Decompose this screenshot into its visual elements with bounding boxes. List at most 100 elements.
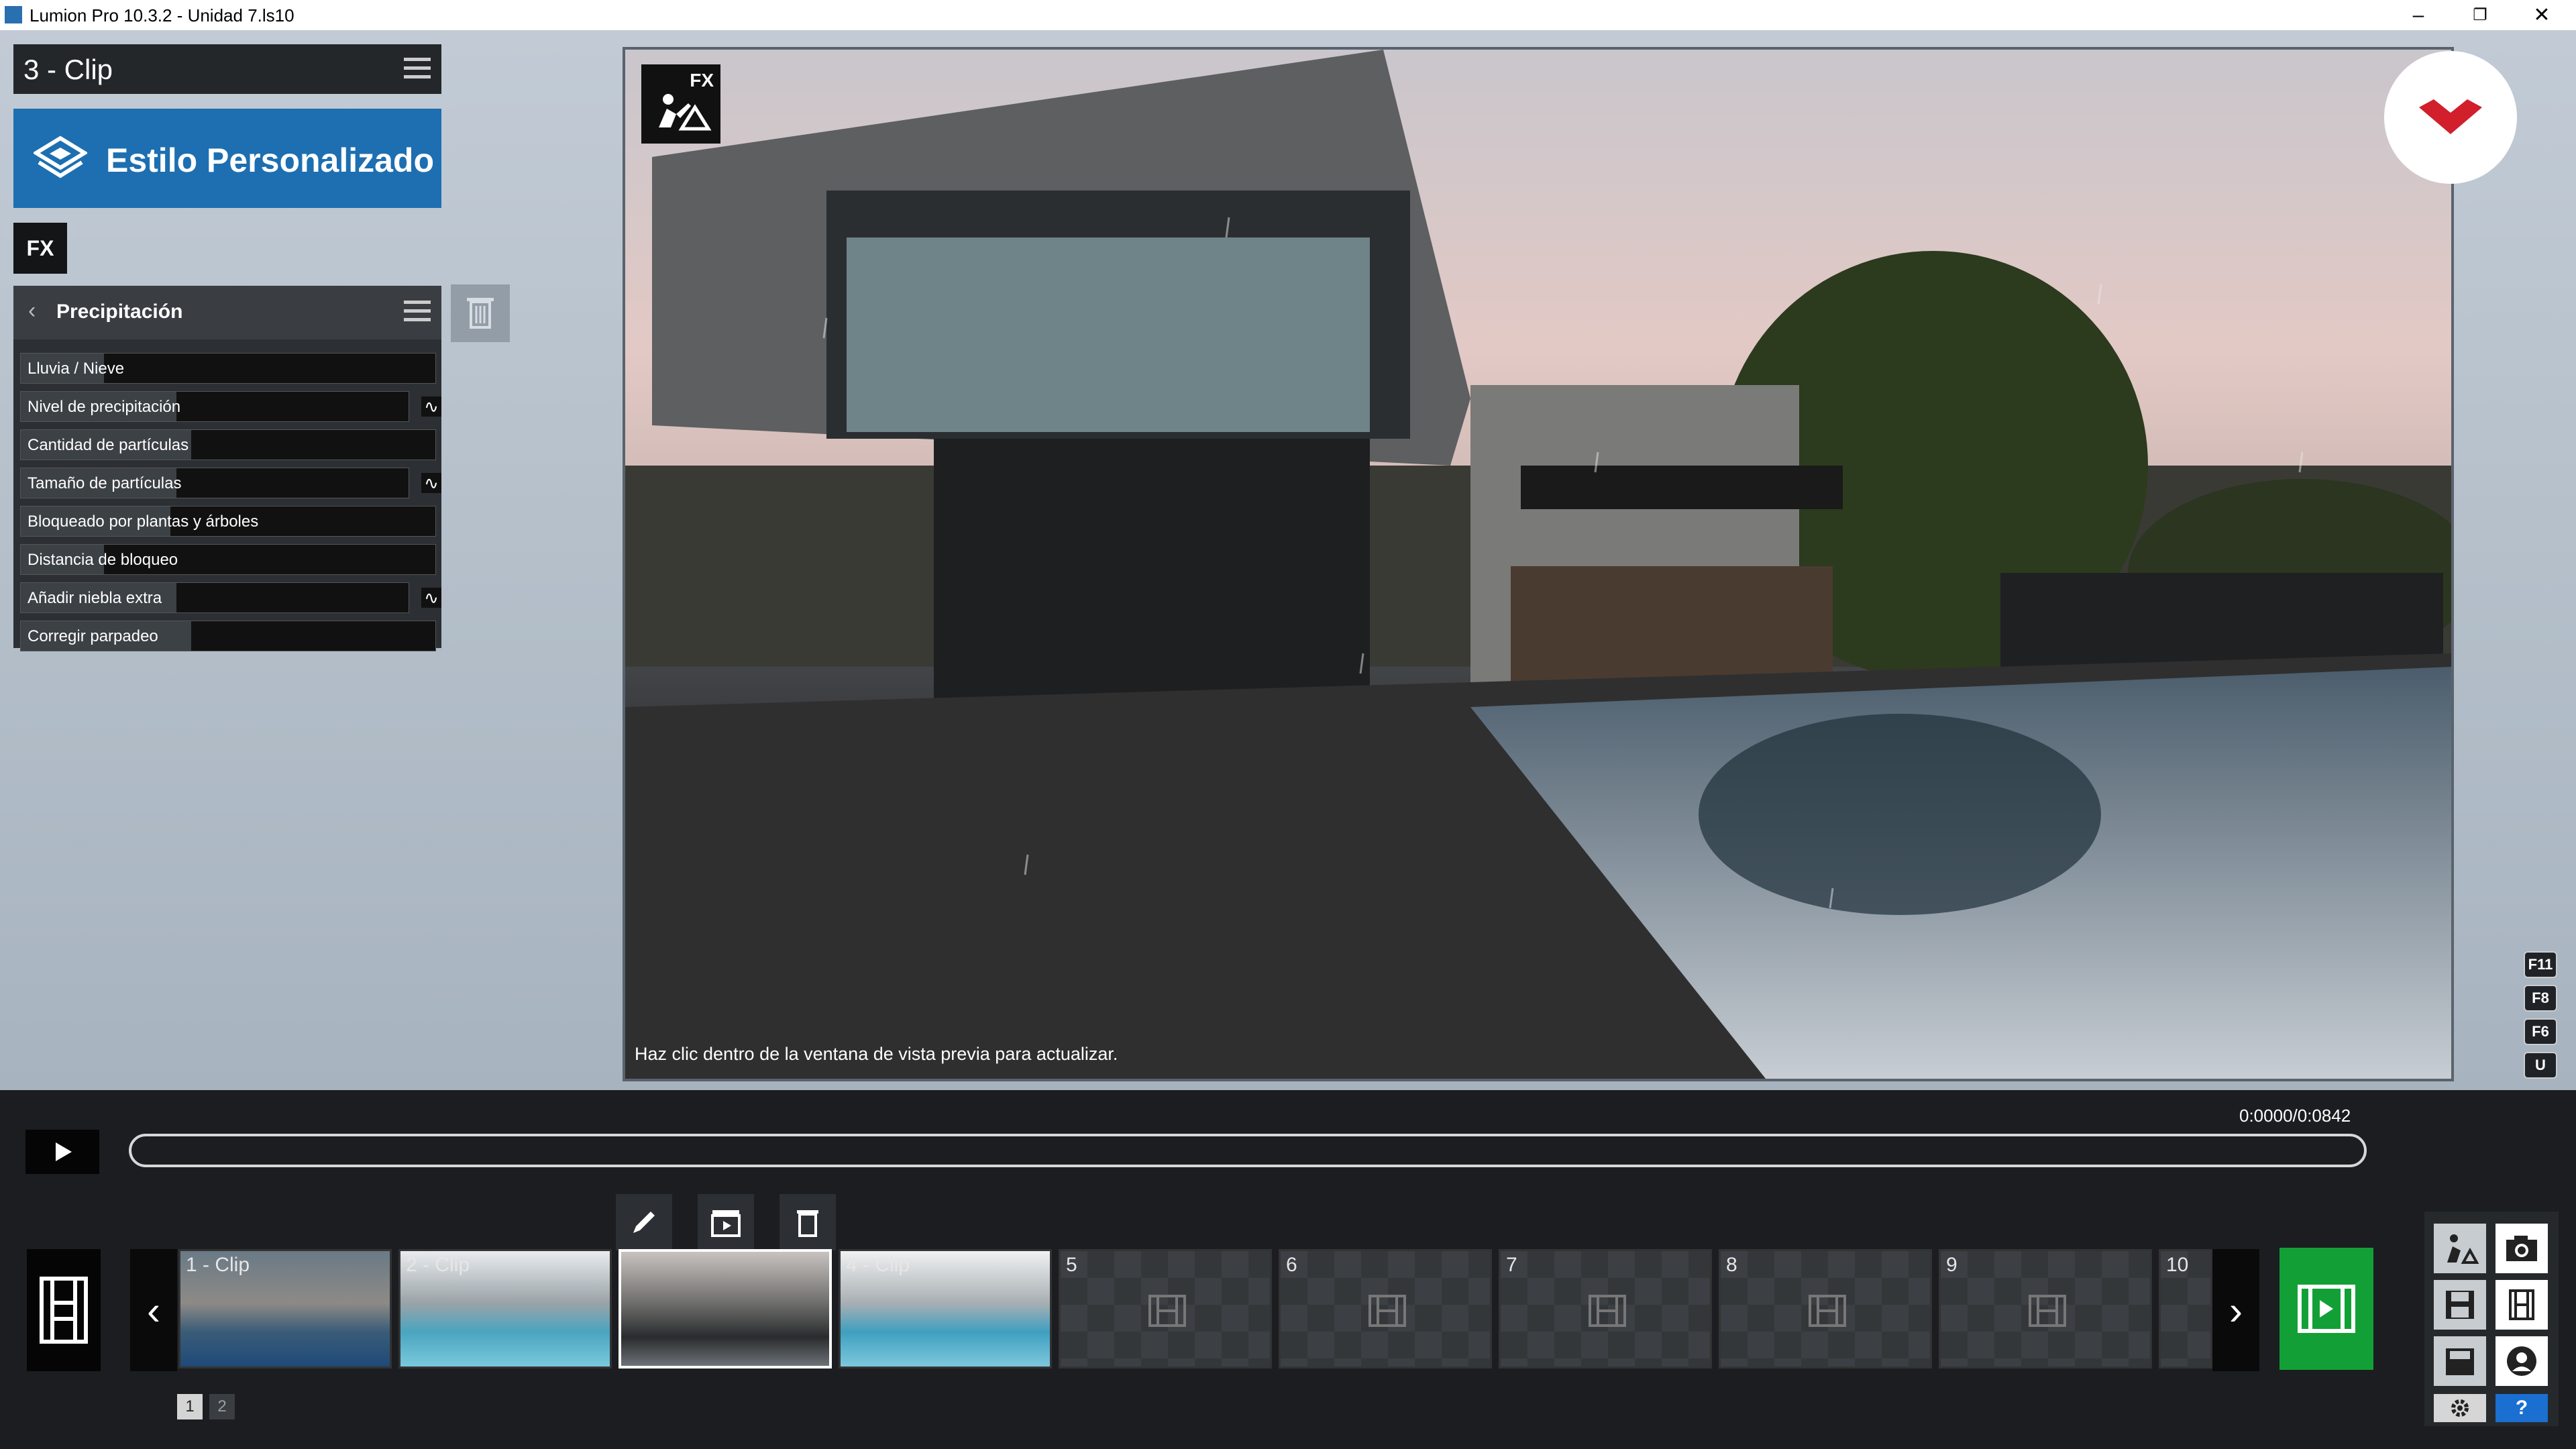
pencil-icon: [633, 1212, 655, 1233]
page-1-button[interactable]: 1: [177, 1394, 203, 1419]
shortcut-badge[interactable]: U: [2524, 1052, 2557, 1079]
delete-effect-button[interactable]: [451, 284, 510, 342]
effect-row-label: Bloqueado por plantas y árboles: [28, 513, 259, 531]
clip-slot[interactable]: 6: [1279, 1249, 1492, 1368]
preview-fx-button[interactable]: FX: [641, 64, 720, 144]
play-icon: [56, 1142, 72, 1161]
style-button[interactable]: Estilo Personalizado: [13, 109, 441, 208]
empty-slot-film-icon: [1148, 1295, 1186, 1327]
trash-icon: [797, 1210, 818, 1237]
add-clip-button[interactable]: [698, 1194, 754, 1250]
close-button[interactable]: ✕: [2513, 0, 2571, 30]
effect-row-label: Lluvia / Nieve: [28, 360, 125, 378]
timeline-scrubber[interactable]: [129, 1134, 2367, 1167]
clip-slot-label: 8: [1726, 1254, 1737, 1276]
disk-icon: [2446, 1348, 2474, 1375]
empty-slot-film-icon: [1589, 1295, 1626, 1327]
keyframe-curve-icon[interactable]: ∿: [421, 588, 441, 608]
camera-icon: [2506, 1236, 2537, 1261]
keyframe-curve-icon[interactable]: ∿: [421, 396, 441, 417]
effect-row-label: Tamaño de partículas: [28, 474, 182, 492]
effect-row-label: Añadir niebla extra: [28, 589, 162, 607]
time-readout: 0:0000/0:0842: [2239, 1106, 2351, 1126]
page-2-button[interactable]: 2: [209, 1394, 235, 1419]
clip-slot[interactable]: [619, 1249, 832, 1368]
clip-slot-label: 6: [1286, 1254, 1297, 1276]
construction-worker-icon: [659, 94, 712, 131]
preview-hint: Haz clic dentro de la ventana de vista p…: [635, 1044, 1118, 1064]
clip-slot-label: 1 - Clip: [186, 1254, 250, 1276]
clip-title: 3 - Clip: [23, 54, 113, 85]
clips-next-button[interactable]: ›: [2212, 1249, 2259, 1371]
clip-header[interactable]: 3 - Clip: [13, 44, 441, 94]
clip-slot[interactable]: 10: [2159, 1249, 2212, 1368]
gear-icon: [2451, 1399, 2469, 1417]
title-bar: Lumion Pro 10.3.2 - Unidad 7.ls10 – ❐ ✕: [0, 0, 2576, 30]
effect-title: Precipitación: [56, 301, 183, 323]
clip-slot-label: 4 - Clip: [846, 1254, 910, 1276]
effect-row[interactable]: Distancia de bloqueo: [20, 544, 436, 575]
preview-viewport[interactable]: FX Haz clic dentro de la ventana de vist…: [623, 47, 2454, 1081]
effect-row[interactable]: Tamaño de partículas: [20, 468, 409, 498]
minimize-button[interactable]: –: [2390, 0, 2447, 30]
app-icon: [5, 6, 22, 23]
layers-icon: [34, 136, 87, 178]
movie-mode-button[interactable]: [27, 1249, 101, 1371]
keyframe-curve-icon[interactable]: ∿: [421, 473, 441, 493]
build-mode-button[interactable]: [2434, 1224, 2486, 1273]
film-icon: [2509, 1289, 2534, 1320]
empty-slot-film-icon: [1809, 1295, 1846, 1327]
precipitation-panel: ‹ Precipitación Lluvia / Nieve Nivel de p…: [13, 286, 441, 651]
window-title: Lumion Pro 10.3.2 - Unidad 7.ls10: [30, 5, 294, 25]
empty-slot-film-icon: [1368, 1295, 1406, 1327]
effect-row[interactable]: Nivel de precipitación: [20, 391, 409, 422]
fx-button[interactable]: FX: [13, 223, 67, 274]
render-movie-button[interactable]: [2279, 1248, 2373, 1370]
effect-menu-icon[interactable]: [404, 301, 431, 322]
clip-menu-icon[interactable]: [404, 58, 431, 79]
empty-slot-film-icon: [2029, 1295, 2066, 1327]
shortcut-badge[interactable]: F8: [2524, 985, 2557, 1012]
effect-row-label: Cantidad de partículas: [28, 436, 189, 454]
effect-row-label: Nivel de precipitación: [28, 398, 181, 416]
360-mode-button[interactable]: [2496, 1336, 2548, 1386]
clip-slot[interactable]: 8: [1719, 1249, 1932, 1368]
floppy-icon: [2446, 1291, 2474, 1319]
photo-mode-button[interactable]: [2496, 1224, 2548, 1273]
shortcut-badge[interactable]: F11: [2524, 951, 2557, 978]
clip-slot[interactable]: 5: [1059, 1249, 1272, 1368]
render-film-icon: [2298, 1285, 2355, 1333]
settings-button[interactable]: [2434, 1394, 2486, 1422]
effect-row[interactable]: Cantidad de partículas: [20, 429, 436, 460]
mode-dock: ?: [2424, 1212, 2559, 1426]
style-label: Estilo Personalizado: [106, 142, 435, 179]
clip-slot-label: 9: [1946, 1254, 1957, 1276]
clip-slot[interactable]: 7: [1499, 1249, 1712, 1368]
movie-mode-dock-button[interactable]: [2496, 1280, 2548, 1330]
effect-row[interactable]: Corregir parpadeo: [20, 621, 436, 651]
shortcut-badge[interactable]: F6: [2524, 1018, 2557, 1045]
clip-slot-label: 2 - Clip: [406, 1254, 470, 1276]
clip-slot[interactable]: 1 - Clip: [178, 1249, 392, 1368]
restore-button[interactable]: ❐: [2451, 0, 2509, 30]
clip-slot[interactable]: 2 - Clip: [398, 1249, 612, 1368]
clip-slot[interactable]: 4 - Clip: [839, 1249, 1052, 1368]
help-button[interactable]: ?: [2496, 1394, 2548, 1422]
delete-clip-button[interactable]: [780, 1194, 836, 1250]
back-arrow-icon[interactable]: ‹: [28, 298, 36, 324]
effect-header: ‹ Precipitación: [13, 286, 441, 339]
edit-clip-button[interactable]: [616, 1194, 672, 1250]
save-button[interactable]: [2434, 1280, 2486, 1330]
open-button[interactable]: [2434, 1336, 2486, 1386]
play-button[interactable]: [25, 1130, 99, 1174]
brand-logo-mark: [2419, 99, 2482, 134]
clip-slot[interactable]: 9: [1939, 1249, 2152, 1368]
clips-prev-button[interactable]: ‹: [130, 1249, 177, 1371]
effect-row[interactable]: Bloqueado por plantas y árboles: [20, 506, 436, 537]
clip-slot-label: 5: [1066, 1254, 1077, 1276]
effect-row[interactable]: Añadir niebla extra: [20, 582, 409, 613]
clip-slot-label: 7: [1506, 1254, 1517, 1276]
clapper-icon: [711, 1210, 741, 1237]
effect-row[interactable]: Lluvia / Nieve: [20, 353, 436, 384]
worker-icon: [2447, 1234, 2479, 1264]
